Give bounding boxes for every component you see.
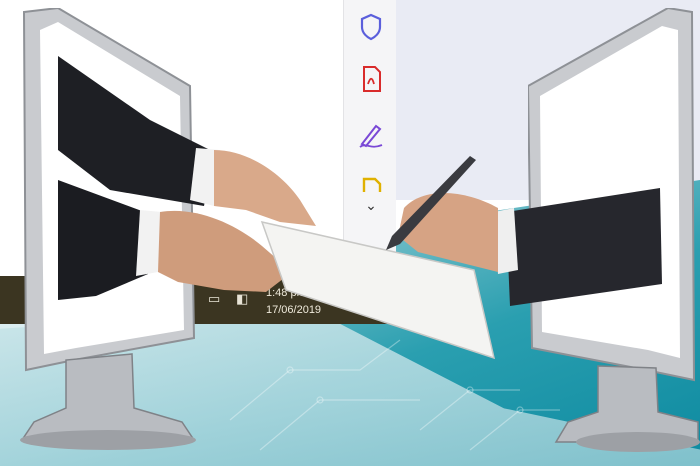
handover-illustration bbox=[58, 56, 662, 360]
handover-scene: ⌄ ጸ ︿ ▭ ◧ 1:48 pm 17/06/2019 bbox=[0, 0, 700, 466]
right-sleeve bbox=[506, 188, 662, 306]
left-lower-sleeve bbox=[58, 180, 150, 300]
left-upper-hand bbox=[214, 150, 316, 226]
left-upper-sleeve bbox=[58, 56, 214, 206]
left-lower-cuff bbox=[136, 210, 162, 276]
